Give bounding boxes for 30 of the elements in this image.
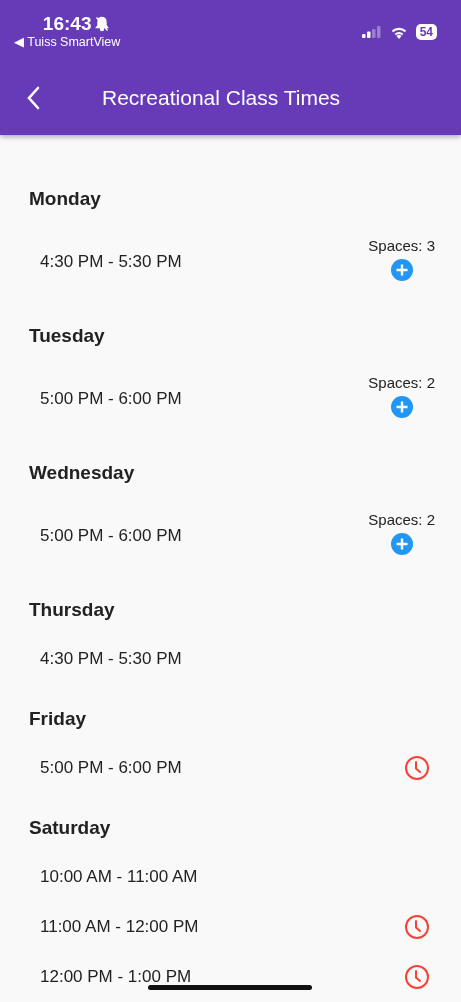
spaces-count: Spaces: 2: [368, 509, 435, 530]
day-heading: Friday: [28, 707, 88, 731]
time-slot-text: 10:00 AM - 11:00 AM: [40, 866, 198, 889]
signal-icon: [361, 26, 382, 39]
day-heading: Monday: [28, 187, 102, 211]
time-slot-text: 5:00 PM - 6:00 PM: [40, 525, 182, 548]
back-to-app-link[interactable]: ◀ Tuiss SmartView: [14, 36, 121, 49]
bell-slash-icon: [95, 15, 110, 32]
day-heading: Tuesday: [28, 324, 106, 348]
day-heading: Saturday: [28, 816, 112, 840]
spaces-count: Spaces: 2: [368, 372, 435, 393]
add-button[interactable]: [390, 259, 413, 282]
add-button[interactable]: [390, 396, 413, 419]
day-heading: Thursday: [28, 598, 116, 622]
time-slot-text: 12:00 PM - 1:00 PM: [40, 966, 192, 989]
time-slot-text: 4:30 PM - 5:30 PM: [40, 251, 182, 274]
time-slot-text: 5:00 PM - 6:00 PM: [40, 757, 182, 780]
battery-indicator: 54: [415, 24, 437, 41]
time-slot-text: 4:30 PM - 5:30 PM: [40, 648, 182, 671]
wifi-icon: [389, 25, 408, 39]
clock-time: 16:43: [42, 14, 92, 33]
day-heading: Wednesday: [28, 461, 136, 485]
clock-icon: [404, 914, 430, 940]
page-title: Recreational Class Times: [102, 84, 341, 111]
clock-icon: [404, 755, 430, 781]
clock-icon: [404, 964, 430, 990]
time-slot-text: 11:00 AM - 12:00 PM: [40, 916, 199, 939]
time-slot-text: 5:00 PM - 6:00 PM: [40, 388, 182, 411]
spaces-count: Spaces: 3: [368, 235, 435, 256]
add-button[interactable]: [390, 533, 413, 556]
